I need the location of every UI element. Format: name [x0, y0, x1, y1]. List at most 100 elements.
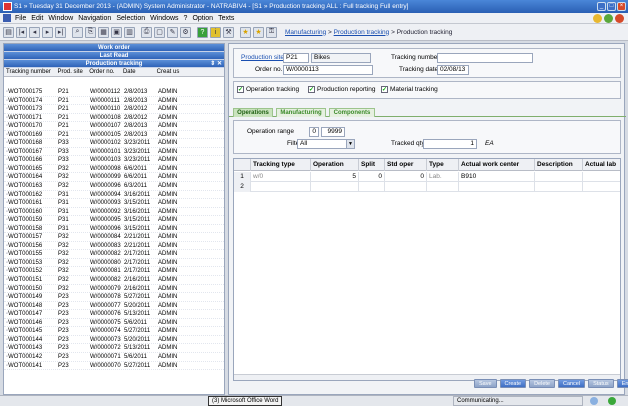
- col-creat-us[interactable]: Creat us: [155, 68, 224, 76]
- create-button[interactable]: Create: [499, 379, 527, 388]
- panel-collapse-icon[interactable]: ⇕ ✕: [210, 60, 222, 68]
- list-item[interactable]: WOT000166P33 W/00001033/23/2011 ADMIN: [4, 156, 224, 165]
- menu-windows[interactable]: Windows: [150, 15, 178, 22]
- cancel-button[interactable]: Cancel: [557, 379, 586, 388]
- prev-record-icon[interactable]: ◂: [29, 26, 40, 38]
- production-site-field[interactable]: P21: [283, 53, 309, 63]
- col-split[interactable]: Split: [358, 159, 384, 171]
- cell-operation[interactable]: [310, 182, 358, 192]
- bookmark-star-icon[interactable]: ★: [253, 26, 264, 38]
- copy-icon[interactable]: ⎘: [85, 26, 96, 38]
- end-button[interactable]: End: [616, 379, 628, 388]
- list-item[interactable]: WOT000155P32 W/00000822/17/2011 ADMIN: [4, 250, 224, 259]
- menu-help[interactable]: ?: [184, 15, 188, 22]
- range-to-field[interactable]: 9999: [321, 127, 345, 137]
- favorite-icon[interactable]: ★: [240, 26, 251, 38]
- cell-split[interactable]: [358, 182, 384, 192]
- col-actual-lab[interactable]: Actual lab: [582, 159, 620, 171]
- tab-operations[interactable]: Operations: [233, 108, 273, 117]
- taskbar-word-button[interactable]: (3) Microsoft Office Word: [208, 396, 283, 406]
- list-item[interactable]: WOT000149P23 W/00000785/27/2011 ADMIN: [4, 293, 224, 302]
- col-std-oper[interactable]: Std oper: [384, 159, 426, 171]
- cell-work-center[interactable]: B910: [458, 172, 534, 182]
- tracking-number-field[interactable]: [437, 53, 533, 63]
- settings-icon[interactable]: ⚙: [180, 26, 191, 38]
- menu-selection[interactable]: Selection: [116, 15, 145, 22]
- material-tracking-checkbox[interactable]: ✓ Material tracking: [381, 86, 438, 93]
- list-item[interactable]: WOT000171P21 W/00001082/8/2012 ADMIN: [4, 114, 224, 123]
- list-item[interactable]: WOT000164P32 W/00000996/6/2011 ADMIN: [4, 173, 224, 183]
- mdi-minimize-icon[interactable]: [593, 14, 602, 23]
- col-actual-work-center[interactable]: Actual work center: [458, 159, 534, 171]
- list-item[interactable]: WOT000161P31 W/00000933/15/2011 ADMIN: [4, 199, 224, 208]
- col-order-no[interactable]: Order no.: [87, 68, 121, 76]
- mdi-restore-icon[interactable]: [604, 14, 613, 23]
- list-item[interactable]: WOT000153P32 W/00000802/17/2011 ADMIN: [4, 259, 224, 268]
- tracking-date-field[interactable]: 02/08/13: [437, 65, 469, 75]
- tools-icon[interactable]: ⚒: [223, 26, 234, 38]
- tracked-qty-field[interactable]: 1: [423, 139, 477, 149]
- list-item[interactable]: WOT000175P21 W/00001122/8/2013 ADMIN: [4, 88, 224, 97]
- cell-actual-lab[interactable]: [582, 172, 620, 182]
- list-item[interactable]: WOT000141P23 W/00000705/27/2011 ADMIN: [4, 362, 224, 371]
- list-item[interactable]: WOT000174P21 W/0000111 2/8/2013 ADMIN: [4, 97, 224, 106]
- col-type[interactable]: Type: [426, 159, 458, 171]
- key-icon[interactable]: ⚿: [266, 26, 277, 38]
- info-icon[interactable]: i: [210, 26, 221, 38]
- doc-icon[interactable]: ▤: [3, 26, 14, 38]
- first-record-icon[interactable]: |◂: [16, 26, 27, 38]
- cell-tracking-type[interactable]: [250, 182, 310, 192]
- filter-select[interactable]: All ▼: [297, 139, 355, 149]
- menu-texts[interactable]: Texts: [218, 15, 234, 22]
- list-item[interactable]: WOT000170P21 W/00001072/8/2013 ADMIN: [4, 122, 224, 131]
- list-item[interactable]: WOT000151P32 W/00000822/16/2011 ADMIN: [4, 276, 224, 285]
- grid-row[interactable]: 1 w/0 5 0 0 Lab. B910: [234, 172, 620, 182]
- delete-button[interactable]: Delete: [529, 379, 555, 388]
- col-date[interactable]: Date: [121, 68, 155, 76]
- cell-type[interactable]: [426, 182, 458, 192]
- list-item[interactable]: WOT000158P31 W/00000963/15/2011 ADMIN: [4, 225, 224, 234]
- cell-description[interactable]: [534, 182, 582, 192]
- list-item[interactable]: WOT000146P23 W/00000755/6/2011 ADMIN: [4, 319, 224, 328]
- cell-type[interactable]: Lab.: [426, 172, 458, 182]
- list-item[interactable]: WOT000168P33 W/00001023/23/2011 ADMIN: [4, 139, 224, 148]
- save-button[interactable]: Save: [474, 379, 497, 388]
- mdi-close-icon[interactable]: [615, 14, 624, 23]
- cell-work-center[interactable]: [458, 182, 534, 192]
- menu-navigation[interactable]: Navigation: [78, 15, 111, 22]
- col-prod-site[interactable]: Prod. site: [56, 68, 88, 76]
- attach-icon[interactable]: ✎: [167, 26, 178, 38]
- list-item[interactable]: WOT000165P32 W/00000986/6/2011 ADMIN: [4, 165, 224, 174]
- list-item[interactable]: WOT000156P32 W/00000832/21/2011 ADMIN: [4, 242, 224, 251]
- production-reporting-checkbox[interactable]: ✓ Production reporting: [308, 86, 376, 93]
- menu-file[interactable]: File: [15, 15, 26, 22]
- list-item[interactable]: WOT000157P32 W/00000842/21/2011 ADMIN: [4, 233, 224, 242]
- menu-window[interactable]: Window: [48, 15, 73, 22]
- list-item[interactable]: WOT000152P32 W/00000812/17/2011 ADMIN: [4, 267, 224, 277]
- col-description[interactable]: Description: [534, 159, 582, 171]
- list-item[interactable]: WOT000162P31 W/00000943/16/2011 ADMIN: [4, 191, 224, 200]
- col-tracking-type[interactable]: Tracking type: [250, 159, 310, 171]
- list-item[interactable]: WOT000163P32 W/00000966/3/2011 ADMIN: [4, 182, 224, 191]
- select-icon[interactable]: ▣: [111, 26, 122, 38]
- panel-header-production-tracking[interactable]: Production tracking ⇕ ✕: [4, 60, 224, 68]
- list-item[interactable]: WOT000173P21 W/00001102/8/2012 ADMIN: [4, 105, 224, 114]
- col-tracking-number[interactable]: Tracking number: [4, 68, 56, 76]
- menu-option[interactable]: Option: [192, 15, 213, 22]
- cell-split[interactable]: 0: [358, 172, 384, 182]
- list-item[interactable]: WOT000167P33 W/00001013/23/2011 ADMIN: [4, 148, 224, 157]
- close-icon[interactable]: ×: [617, 2, 626, 11]
- minimize-icon[interactable]: _: [597, 2, 606, 11]
- app-menu-icon[interactable]: [3, 14, 11, 22]
- production-site-label[interactable]: Production site: [241, 54, 284, 61]
- chevron-down-icon[interactable]: ▼: [346, 140, 354, 148]
- maximize-icon[interactable]: □: [607, 2, 616, 11]
- cell-description[interactable]: [534, 172, 582, 182]
- list-item[interactable]: WOT000160P31 W/00000923/16/2011 ADMIN: [4, 208, 224, 217]
- grid-icon[interactable]: ▥: [124, 26, 135, 38]
- col-operation[interactable]: Operation: [310, 159, 358, 171]
- paste-icon[interactable]: ▦: [98, 26, 109, 38]
- find-icon[interactable]: ⌕: [72, 26, 83, 38]
- list-item[interactable]: WOT000169P21 W/00001052/8/2013 ADMIN: [4, 131, 224, 140]
- cell-std-oper[interactable]: 0: [384, 172, 426, 182]
